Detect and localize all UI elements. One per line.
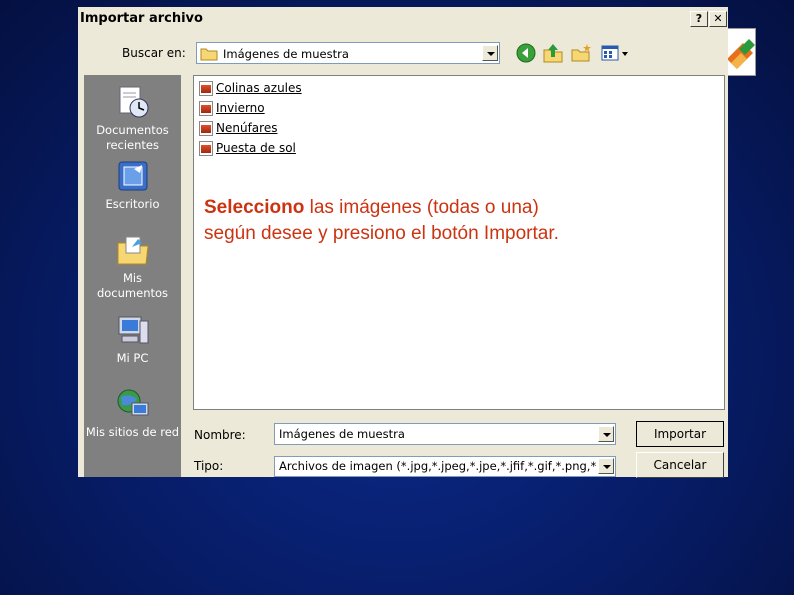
dialog-title: Importar archivo — [80, 11, 203, 26]
filetype-label: Tipo: — [194, 459, 224, 473]
up-one-level-button[interactable] — [542, 42, 564, 64]
lookin-value: Imágenes de muestra — [223, 47, 349, 61]
title-bar: Importar archivo ? ✕ — [78, 7, 728, 31]
place-my-documents[interactable]: Mis documentos — [84, 233, 181, 301]
lookin-combobox[interactable]: Imágenes de muestra — [196, 42, 500, 64]
my-computer-icon — [116, 313, 150, 347]
place-desktop[interactable]: Escritorio — [84, 159, 181, 212]
network-places-icon — [116, 387, 150, 421]
back-button[interactable] — [515, 42, 537, 64]
image-file-icon — [199, 141, 213, 156]
my-documents-icon — [116, 233, 150, 267]
file-name: Colinas azules — [216, 81, 302, 95]
caption-line-2: según desee y presiono el botón Importar… — [204, 223, 559, 244]
import-button[interactable]: Importar — [636, 421, 724, 447]
file-name: Puesta de sol — [216, 141, 296, 155]
view-menu-button[interactable] — [600, 42, 630, 64]
lookin-label: Buscar en: — [122, 46, 186, 60]
file-name: Invierno — [216, 101, 265, 115]
filetype-dropdown-button[interactable] — [598, 458, 614, 474]
back-arrow-icon — [516, 43, 536, 63]
image-file-icon — [199, 101, 213, 116]
place-my-computer[interactable]: Mi PC — [84, 313, 181, 366]
image-file-icon — [199, 81, 213, 96]
places-bar: Documentos recientes Escritorio Mis docu… — [84, 75, 181, 477]
cancel-button[interactable]: Cancelar — [636, 452, 724, 478]
place-network-places[interactable]: Mis sitios de red — [84, 387, 181, 440]
new-folder-button[interactable] — [570, 42, 592, 64]
filename-label: Nombre: — [194, 428, 246, 442]
filetype-combobox[interactable]: Archivos de imagen (*.jpg,*.jpeg,*.jpe,*… — [274, 456, 616, 477]
caption-rest: las imágenes (todas o una) — [304, 197, 539, 218]
filename-combobox[interactable]: Imágenes de muestra — [274, 423, 616, 445]
desktop-icon — [116, 159, 150, 193]
lookin-dropdown-button[interactable] — [482, 45, 498, 61]
place-recent-documents[interactable]: Documentos recientes — [84, 85, 181, 153]
help-button[interactable]: ? — [690, 11, 708, 27]
instruction-caption: Selecciono las imágenes (todas o una) se… — [204, 195, 559, 247]
image-file-icon — [199, 121, 213, 136]
caption-bold: Selecciono — [204, 197, 305, 218]
view-menu-icon — [601, 45, 628, 61]
folder-up-icon — [543, 44, 563, 63]
filetype-value: Archivos de imagen (*.jpg,*.jpeg,*.jpe,*… — [279, 459, 597, 473]
recent-documents-icon — [116, 85, 150, 119]
filename-value: Imágenes de muestra — [279, 427, 405, 441]
close-button[interactable]: ✕ — [709, 11, 727, 27]
import-file-dialog: Importar archivo ? ✕ Buscar en: Imágenes… — [78, 7, 728, 478]
new-folder-icon — [571, 44, 591, 62]
filename-dropdown-button[interactable] — [598, 426, 614, 442]
file-name: Nenúfares — [216, 121, 278, 135]
folder-icon — [200, 48, 218, 61]
